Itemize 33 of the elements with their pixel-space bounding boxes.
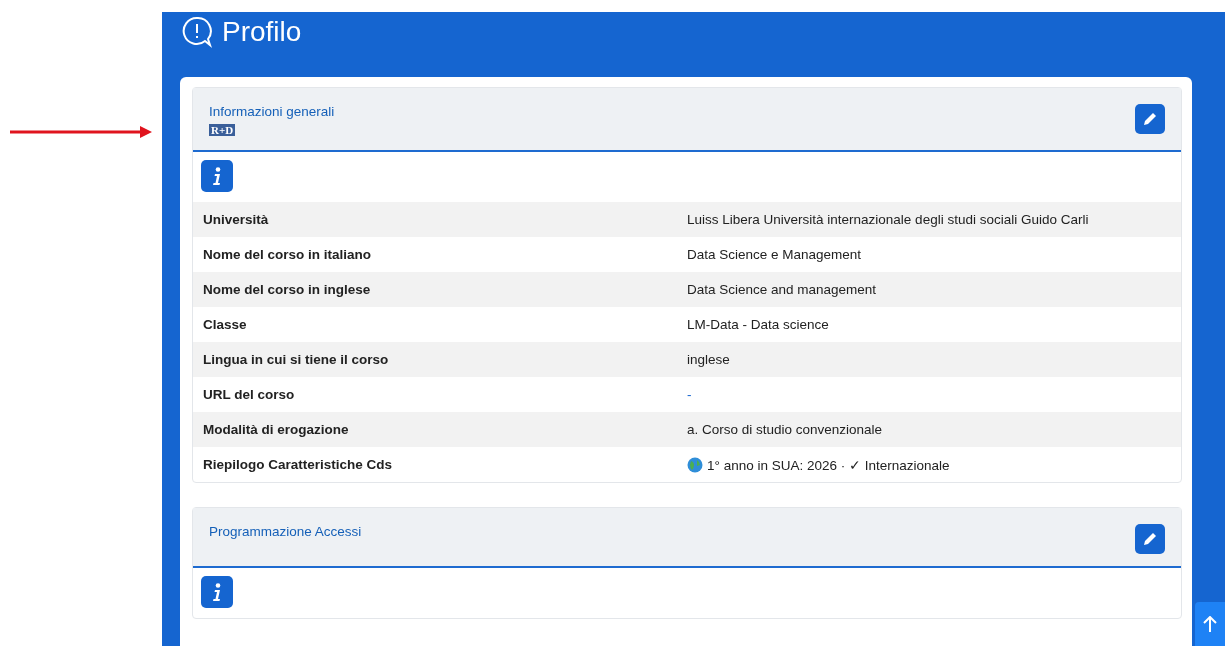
badge: R+D xyxy=(209,124,236,136)
field-label: Riepilogo Caratteristiche Cds xyxy=(202,457,394,472)
info-button[interactable] xyxy=(201,160,233,192)
field-value: 1° anno in SUA: 2026 · ✓ Internazionale xyxy=(707,456,950,473)
info-icon xyxy=(213,583,221,601)
field-label: Nome del corso in italiano xyxy=(202,247,373,262)
course-link[interactable]: - xyxy=(687,387,692,402)
scroll-top-button[interactable] xyxy=(1195,602,1225,646)
field-label: Nome del corso in inglese xyxy=(202,282,372,297)
field-label: Modalità di erogazione xyxy=(202,422,350,437)
info-button[interactable] xyxy=(201,576,233,608)
field-label: Classe xyxy=(202,317,248,332)
section-title: Informazioni generali xyxy=(209,104,335,119)
pencil-icon xyxy=(1142,531,1158,547)
field-value: Data Science e Management xyxy=(687,247,862,262)
edit-button[interactable] xyxy=(1135,104,1165,134)
arrow-icon xyxy=(10,126,152,138)
section-title: Programmazione Accessi xyxy=(209,524,362,539)
globe-icon xyxy=(687,456,703,473)
arrow-up-icon xyxy=(1203,616,1217,632)
field-value: inglese xyxy=(687,352,730,367)
alert-bubble-icon xyxy=(180,15,214,49)
info-icon xyxy=(213,167,221,185)
field-label: Università xyxy=(202,212,270,227)
field-value: LM-Data - Data science xyxy=(687,317,829,332)
field-value: Data Science and management xyxy=(687,282,877,297)
pencil-icon xyxy=(1142,111,1158,127)
field-value: Luiss Libera Università internazionale degli studi sociali Guido Carli xyxy=(687,212,1089,227)
field-label: Lingua in cui si tiene il corso xyxy=(202,352,390,367)
page-title: Profilo xyxy=(222,16,302,48)
edit-button[interactable] xyxy=(1135,524,1165,554)
field-label: URL del corso xyxy=(202,387,296,402)
field-value: a. Corso di studio convenzionale xyxy=(687,422,883,437)
